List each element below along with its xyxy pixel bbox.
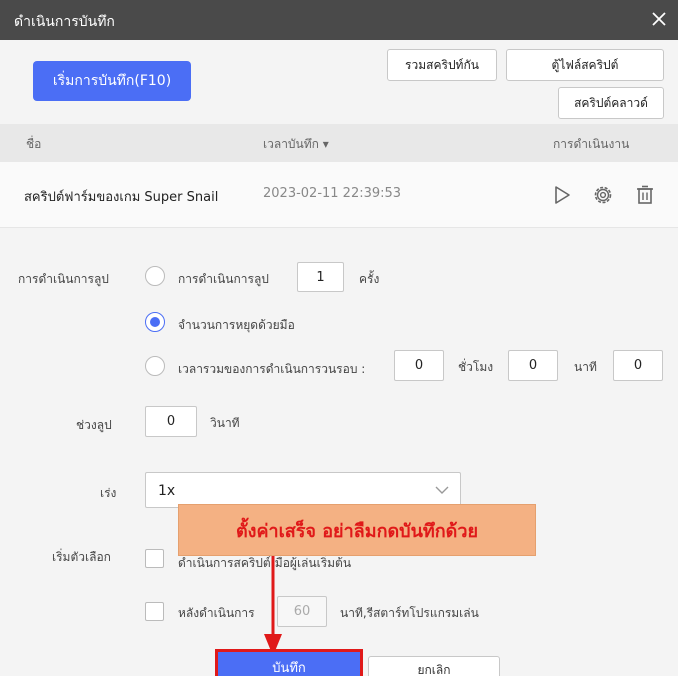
table-row: สคริปต์ฟาร์มของเกม Super Snail 2023-02-1…	[0, 162, 678, 228]
column-actions: การดำเนินงาน	[553, 137, 630, 151]
annotation-arrow	[264, 556, 282, 656]
play-icon[interactable]	[550, 183, 574, 207]
manual-stop-radio[interactable]	[145, 312, 165, 332]
dialog-title: ดำเนินการบันทึก	[14, 14, 115, 30]
close-icon[interactable]	[648, 8, 670, 30]
restart-suffix: นาที,รีสตาร์ทโปรแกรมเล่น	[340, 606, 479, 620]
minutes-input[interactable]: 0	[508, 350, 558, 381]
minutes-unit: นาที	[574, 360, 597, 374]
script-cabinet-button[interactable]: ตู้ไฟล์สคริปต์	[506, 49, 664, 81]
times-unit: ครั้ง	[359, 272, 380, 286]
loop-label: การดำเนินการลูป	[18, 272, 109, 286]
chevron-down-icon	[435, 486, 449, 494]
toolbar: เริ่มการบันทึก(F10) รวมสคริปท์กัน ตู้ไฟล…	[0, 40, 678, 124]
hours-unit: ชั่วโมง	[458, 360, 494, 374]
loop-count-input[interactable]: 1	[297, 262, 344, 292]
speed-value: 1x	[158, 483, 176, 499]
hours-input[interactable]: 0	[394, 350, 444, 381]
loop-count-radio[interactable]	[145, 266, 165, 286]
save-button[interactable]: บันทึก	[215, 649, 363, 676]
annotation-callout: ตั้งค่าเสร็จ อย่าลืมกดบันทึกด้วย	[178, 504, 536, 556]
interval-input[interactable]: 0	[145, 406, 197, 437]
manual-stop-label: จำนวนการหยุดด้วยมือ	[178, 318, 295, 332]
start-options-label: เริ่มตัวเลือก	[52, 550, 111, 564]
restart-checkbox[interactable]	[145, 602, 164, 621]
cloud-scripts-button[interactable]: สคริปต์คลาวด์	[558, 87, 664, 119]
trash-icon[interactable]	[633, 183, 657, 207]
gear-icon[interactable]	[591, 183, 615, 207]
column-name: ชื่อ	[26, 137, 42, 151]
merge-scripts-button[interactable]: รวมสคริปท์กัน	[387, 49, 497, 81]
table-header: ชื่อ เวลาบันทึก ▾ การดำเนินงาน	[0, 124, 678, 162]
script-name: สคริปต์ฟาร์มของเกม Super Snail	[24, 190, 219, 205]
interval-unit: วินาที	[210, 416, 240, 430]
title-bar: ดำเนินการบันทึก	[0, 0, 678, 40]
start-on-launch-checkbox[interactable]	[145, 549, 164, 568]
column-record-time[interactable]: เวลาบันทึก ▾	[263, 135, 329, 154]
speed-label: เร่ง	[100, 486, 117, 500]
cancel-button[interactable]: ยกเลิก	[368, 656, 500, 676]
speed-select[interactable]: 1x	[145, 472, 461, 508]
seconds-input[interactable]: 0	[613, 350, 663, 381]
settings-panel: การดำเนินการลูป การดำเนินการลูป 1 ครั้ง …	[0, 228, 678, 676]
loop-count-label: การดำเนินการลูป	[178, 272, 269, 286]
interval-label: ช่วงลูป	[76, 418, 112, 432]
restart-prefix: หลังดำเนินการ	[178, 606, 255, 620]
script-time: 2023-02-11 22:39:53	[263, 186, 402, 201]
start-record-button[interactable]: เริ่มการบันทึก(F10)	[33, 61, 191, 101]
total-time-radio[interactable]	[145, 356, 165, 376]
total-time-label: เวลารวมของการดำเนินการวนรอบ :	[178, 362, 366, 376]
